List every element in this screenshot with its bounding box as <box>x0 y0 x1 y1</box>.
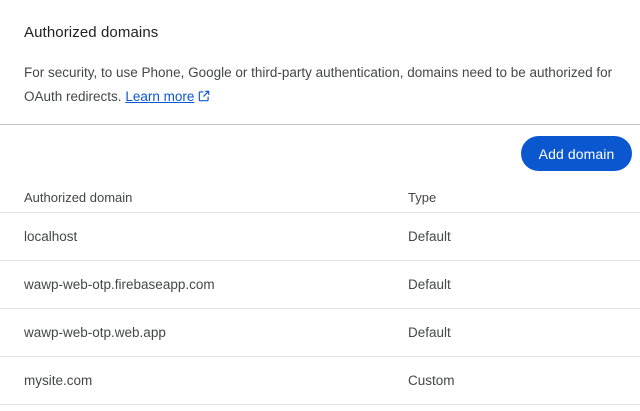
column-header-type[interactable]: Type <box>408 190 436 205</box>
table-row[interactable]: wawp-web-otp.web.app Default <box>0 309 640 357</box>
section-divider <box>0 124 640 125</box>
open-in-new-icon <box>199 90 210 102</box>
type-cell: Default <box>408 277 451 292</box>
type-cell: Default <box>408 229 451 244</box>
domain-cell: localhost <box>24 229 78 244</box>
learn-more-link[interactable]: Learn more <box>125 89 211 104</box>
column-header-domain[interactable]: Authorized domain <box>24 190 132 205</box>
learn-more-label: Learn more <box>125 89 195 104</box>
table-row[interactable]: localhost Default <box>0 213 640 261</box>
add-domain-button[interactable]: Add domain <box>521 136 632 171</box>
domain-cell: wawp-web-otp.web.app <box>24 325 166 340</box>
table-header-row: Authorized domain Type <box>0 181 640 213</box>
domains-table: Authorized domain Type localhost Default… <box>0 181 640 405</box>
type-cell: Custom <box>408 373 455 388</box>
domain-cell: wawp-web-otp.firebaseapp.com <box>24 277 215 292</box>
section-description: For security, to use Phone, Google or th… <box>24 61 624 109</box>
type-cell: Default <box>408 325 451 340</box>
description-text: For security, to use Phone, Google or th… <box>24 65 613 104</box>
table-row[interactable]: mysite.com Custom <box>0 357 640 405</box>
authorized-domains-card: Authorized domains For security, to use … <box>0 0 640 411</box>
section-title: Authorized domains <box>24 24 159 41</box>
table-row[interactable]: wawp-web-otp.firebaseapp.com Default <box>0 261 640 309</box>
domain-cell: mysite.com <box>24 373 93 388</box>
